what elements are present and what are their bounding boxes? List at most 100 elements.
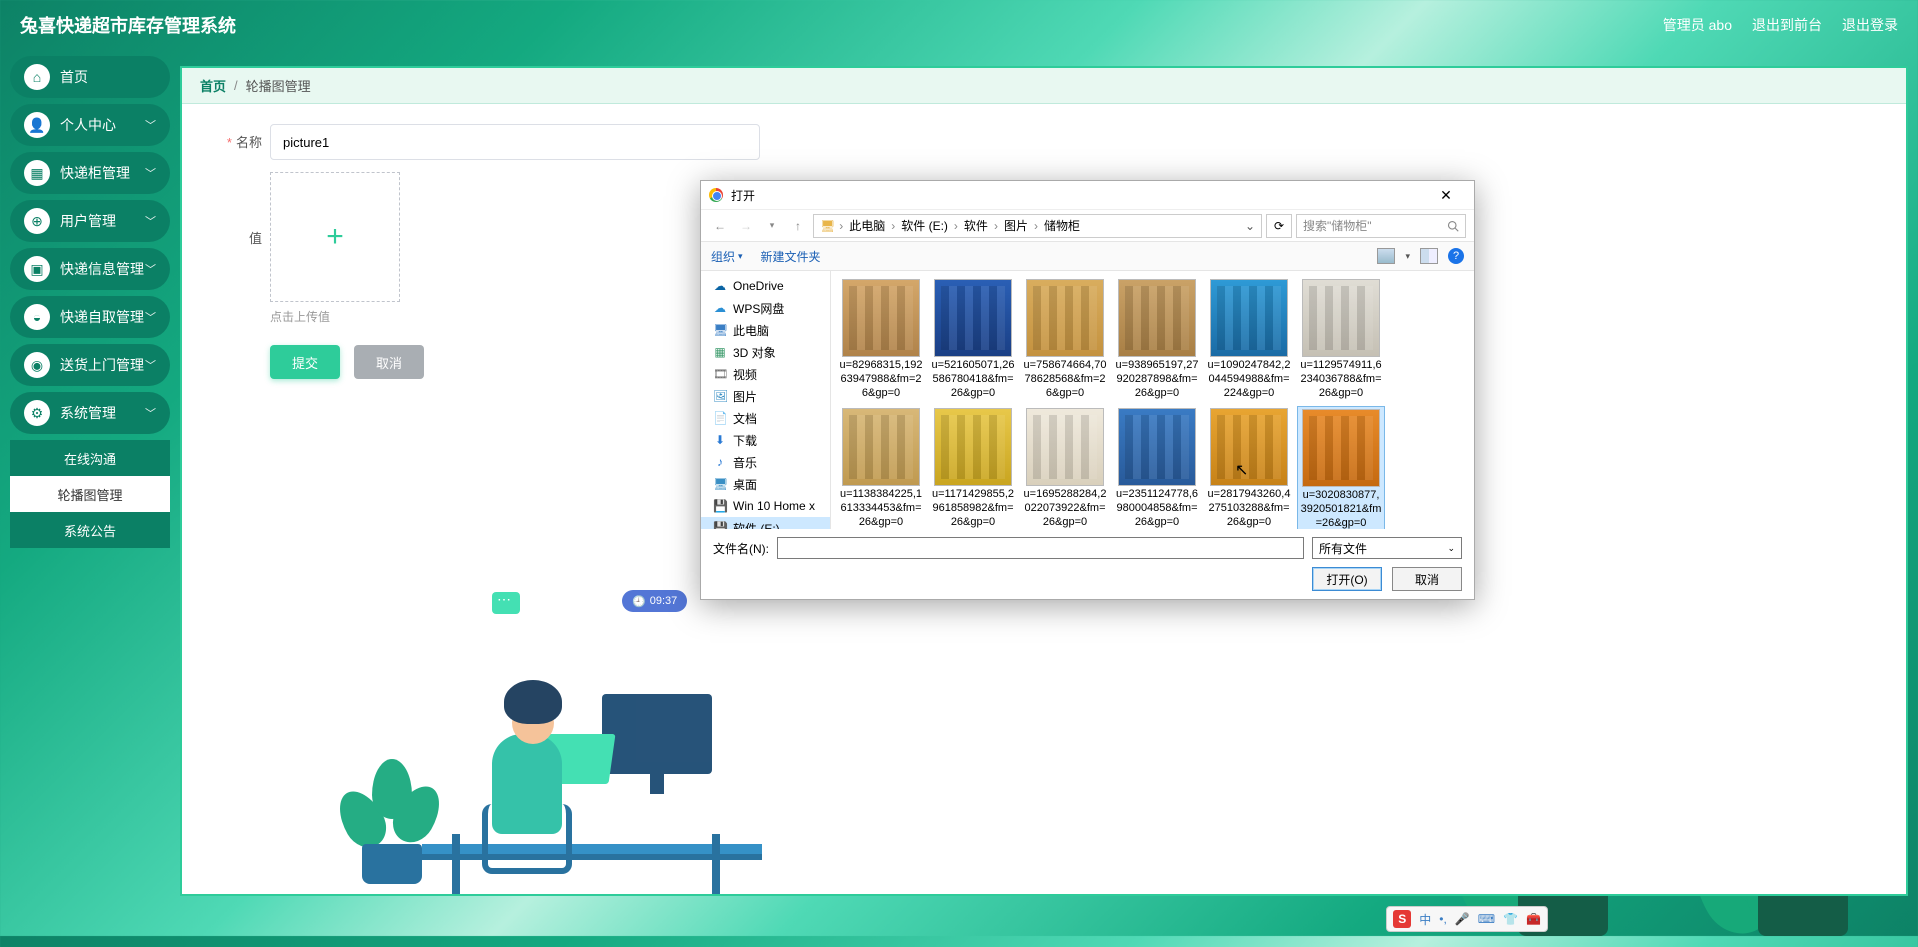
sidebar-item-locker[interactable]: ▦ 快递柜管理 ﹀ [10, 152, 170, 194]
breadcrumb-home[interactable]: 首页 [200, 76, 226, 95]
file-name: u=1138384225,1613334453&fm=26&gp=0 [839, 488, 923, 529]
folder-icon: 🖥 [820, 219, 835, 233]
subitem-carousel[interactable]: 轮播图管理 [10, 476, 170, 512]
filename-input[interactable] [777, 537, 1304, 559]
file-thumb[interactable]: u=521605071,26586780418&fm=26&gp=0 [929, 277, 1017, 402]
sidebar-item-express-info[interactable]: ▣ 快递信息管理 ﹀ [10, 248, 170, 290]
tree-item[interactable]: ♪ 音乐 [701, 451, 830, 473]
view-icon[interactable] [1377, 248, 1395, 264]
back-icon[interactable]: ← [709, 215, 731, 237]
music-icon: ♪ [713, 455, 727, 469]
chevron-down-icon: ﹀ [145, 261, 156, 277]
upload-box[interactable]: + [270, 172, 400, 302]
chevron-down-icon[interactable]: ⌄ [1245, 219, 1255, 233]
path-seg[interactable]: 此电脑 [847, 217, 887, 234]
file-name: u=82968315,19263947988&fm=26&gp=0 [839, 359, 923, 400]
doc-icon: 📄 [713, 411, 727, 425]
refresh-button[interactable]: ⟳ [1266, 214, 1292, 238]
ime-mic-icon[interactable]: 🎤 [1455, 912, 1470, 926]
dialog-title: 打开 [731, 187, 1426, 204]
sidebar-item-users[interactable]: ⊕ 用户管理 ﹀ [10, 200, 170, 242]
file-thumb[interactable]: u=2817943260,4275103288&fm=26&gp=0 [1205, 406, 1293, 529]
submit-button[interactable]: 提交 [270, 345, 340, 379]
chevron-down-icon: ⌄ [1447, 543, 1455, 554]
tree-item[interactable]: ☁OneDrive [701, 275, 830, 297]
preview-pane-icon[interactable] [1420, 248, 1438, 264]
sidebar-label: 首页 [60, 67, 156, 87]
disk-icon: 💾 [713, 499, 727, 513]
tree-item[interactable]: 💾软件 (E:) [701, 517, 830, 529]
sidebar-label: 快递信息管理 [60, 259, 145, 279]
subitem-chat[interactable]: 在线沟通 [10, 440, 170, 476]
address-bar[interactable]: 🖥 › 此电脑 › 软件 (E:) › 软件 › 图片 › 储物柜 ⌄ [813, 214, 1262, 238]
sidebar-item-system[interactable]: ⚙ 系统管理 ﹀ [10, 392, 170, 434]
path-seg[interactable]: 软件 [962, 217, 990, 234]
folder-tree[interactable]: ☁OneDrive☁WPS网盘🖥此电脑▦3D 对象🎞视频🖼图片 📄 文档 ⬇下载 ♪ 音乐… [701, 271, 831, 529]
path-seg[interactable]: 图片 [1002, 217, 1030, 234]
ime-skin-icon[interactable]: 👕 [1503, 912, 1518, 926]
path-seg[interactable]: 储物柜 [1042, 217, 1082, 234]
open-button[interactable]: 打开(O) [1312, 567, 1382, 591]
up-icon[interactable]: ↑ [787, 215, 809, 237]
sidebar-label: 系统管理 [60, 403, 145, 423]
admin-name[interactable]: 管理员 abo [1663, 15, 1732, 35]
name-input[interactable] [270, 124, 760, 160]
organize-menu[interactable]: 组织 ▾ [711, 248, 743, 265]
file-name: u=521605071,26586780418&fm=26&gp=0 [931, 359, 1015, 400]
ime-keyboard-icon[interactable]: ⌨ [1478, 912, 1495, 926]
cancel-button[interactable]: 取消 [354, 345, 424, 379]
tree-item[interactable]: 🖼图片 [701, 385, 830, 407]
help-icon[interactable]: ? [1448, 248, 1464, 264]
ime-toolbar[interactable]: S 中 •, 🎤 ⌨ 👕 🧰 [1386, 906, 1548, 932]
to-frontend-link[interactable]: 退出到前台 [1752, 15, 1822, 35]
dialog-cancel-button[interactable]: 取消 [1392, 567, 1462, 591]
tree-item[interactable]: ⬇下载 [701, 429, 830, 451]
tree-item[interactable]: 🖥此电脑 [701, 319, 830, 341]
sidebar-item-delivery[interactable]: ◉ 送货上门管理 ﹀ [10, 344, 170, 386]
ime-punct-icon[interactable]: •, [1439, 912, 1447, 926]
newfolder-button[interactable]: 新建文件夹 [761, 248, 821, 265]
file-thumb[interactable]: u=1129574911,6234036788&fm=26&gp=0 [1297, 277, 1385, 402]
video-icon: 🎞 [713, 367, 727, 381]
sidebar-item-profile[interactable]: 👤 个人中心 ﹀ [10, 104, 170, 146]
file-grid[interactable]: u=82968315,19263947988&fm=26&gp=0u=52160… [831, 271, 1474, 529]
ime-tool-icon[interactable]: 🧰 [1526, 912, 1541, 926]
recent-dropdown-icon[interactable]: ▾ [761, 215, 783, 237]
close-icon[interactable]: ✕ [1426, 187, 1466, 204]
file-thumb[interactable]: u=3020830877,3920501821&fm=26&gp=0 [1297, 406, 1385, 529]
name-label: 名称 [212, 124, 262, 151]
sidebar-item-home[interactable]: ⌂ 首页 [10, 56, 170, 98]
logout-link[interactable]: 退出登录 [1842, 15, 1898, 35]
file-filter-select[interactable]: 所有文件 ⌄ [1312, 537, 1462, 559]
tree-label: 音乐 [733, 454, 757, 471]
file-thumb[interactable]: u=938965197,27920287898&fm=26&gp=0 [1113, 277, 1201, 402]
file-thumb[interactable]: u=2351124778,6980004858&fm=26&gp=0 [1113, 406, 1201, 529]
ime-lang[interactable]: 中 [1419, 911, 1431, 928]
sogou-icon[interactable]: S [1393, 910, 1411, 928]
file-thumb[interactable]: u=1171429855,2961858982&fm=26&gp=0 [929, 406, 1017, 529]
file-thumb[interactable]: u=82968315,19263947988&fm=26&gp=0 [837, 277, 925, 402]
illustration: 🕘09:37 [342, 614, 802, 894]
thumbnail-image [1302, 279, 1380, 357]
path-seg[interactable]: 软件 (E:) [899, 217, 950, 234]
tree-item[interactable]: ▦3D 对象 [701, 341, 830, 363]
file-thumb[interactable]: u=758674664,7078628568&fm=26&gp=0 [1021, 277, 1109, 402]
tree-label: 软件 (E:) [733, 520, 780, 530]
search-input[interactable]: 搜索"储物柜" [1296, 214, 1466, 238]
subitem-announcement[interactable]: 系统公告 [10, 512, 170, 548]
file-thumb[interactable]: u=1090247842,2044594988&fm=224&gp=0 [1205, 277, 1293, 402]
sidebar-item-selfpickup[interactable]: ◒ 快递自取管理 ﹀ [10, 296, 170, 338]
grid-icon: ▦ [24, 160, 50, 186]
search-placeholder: 搜索"储物柜" [1303, 217, 1372, 234]
chevron-down-icon[interactable]: ▾ [1405, 251, 1410, 262]
file-thumb[interactable]: u=1138384225,1613334453&fm=26&gp=0 [837, 406, 925, 529]
dialog-titlebar[interactable]: 打开 ✕ [701, 181, 1474, 209]
forward-icon[interactable]: → [735, 215, 757, 237]
tree-label: 文档 [733, 410, 757, 427]
tree-item[interactable]: ☁WPS网盘 [701, 297, 830, 319]
tree-item[interactable]: 🎞视频 [701, 363, 830, 385]
tree-item[interactable]: 💾Win 10 Home x [701, 495, 830, 517]
file-thumb[interactable]: u=1695288284,2022073922&fm=26&gp=0 [1021, 406, 1109, 529]
tree-item[interactable]: 🖥桌面 [701, 473, 830, 495]
tree-item[interactable]: 📄 文档 [701, 407, 830, 429]
